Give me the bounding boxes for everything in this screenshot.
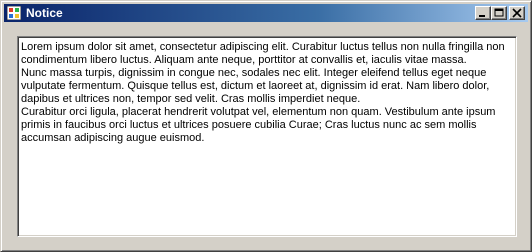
application-icon[interactable] [6,5,22,21]
maximize-icon [494,8,504,17]
minimize-button[interactable] [475,6,491,20]
notice-window: Notice Lorem ipsum dolor sit amet, conse… [0,0,532,252]
title-bar[interactable]: Notice [4,4,528,22]
minimize-icon [479,15,485,17]
paragraph-3: Curabitur orci ligula, placerat hendreri… [21,106,496,144]
window-title: Notice [26,6,63,20]
close-icon [512,8,522,18]
paragraph-2: Nunc massa turpis, dignissim in congue n… [21,67,490,105]
maximize-button[interactable] [491,6,507,20]
notice-textbox[interactable]: Lorem ipsum dolor sit amet, consectetur … [17,36,517,237]
close-button[interactable] [509,6,525,20]
paragraph-1: Lorem ipsum dolor sit amet, consectetur … [21,41,505,66]
